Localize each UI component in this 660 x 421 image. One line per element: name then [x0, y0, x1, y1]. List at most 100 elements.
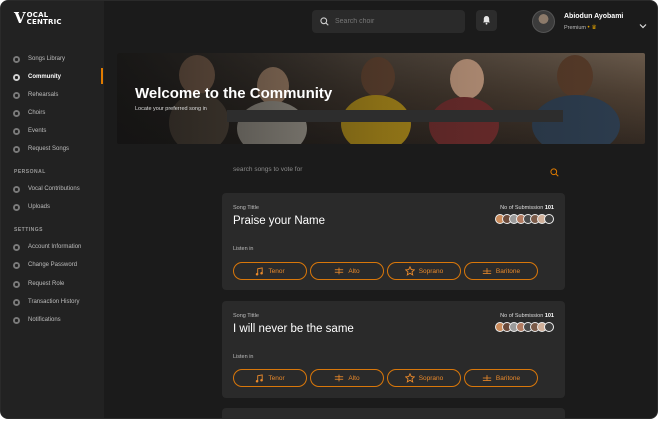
tenor-label: Tenor: [268, 374, 285, 382]
baritone-button[interactable]: Baritone: [464, 369, 538, 387]
sidebar-item-uploads[interactable]: Uploads: [13, 201, 50, 213]
sidebar-item-label: Uploads: [28, 204, 51, 210]
sidebar-item-community[interactable]: Community: [13, 71, 61, 83]
tenor-button[interactable]: Tenor: [233, 369, 307, 387]
sidebar-item-transaction-history[interactable]: Transaction History: [13, 296, 79, 308]
song-card: Song Tittle I will never be the same No …: [222, 301, 565, 398]
logo: V OCAL CENTRIC: [14, 11, 62, 26]
soprano-label: Soprano: [418, 267, 444, 275]
sidebar-item-label: Request Role: [28, 281, 65, 287]
calendar-icon: [13, 127, 20, 135]
microphone-icon: [13, 185, 20, 193]
music-library-icon: [13, 55, 20, 63]
lock-icon: [13, 261, 20, 269]
sidebar-item-request-songs[interactable]: Request Songs: [13, 143, 69, 155]
alto-button[interactable]: Alto: [310, 262, 384, 280]
alto-label: Alto: [348, 267, 360, 275]
sidebar-item-account-information[interactable]: Account Information: [13, 241, 81, 253]
avatar: [544, 214, 554, 224]
soprano-label: Soprano: [418, 374, 444, 382]
submission-number: 101: [544, 313, 554, 319]
sidebar-item-label: Request Songs: [28, 146, 70, 152]
alto-button[interactable]: Alto: [310, 369, 384, 387]
sidebar-item-label: Songs Library: [28, 56, 66, 62]
baritone-label: Baritone: [495, 267, 521, 275]
section-heading-personal: PERSONAL: [14, 169, 46, 175]
star-icon: [404, 266, 415, 276]
soprano-button[interactable]: Soprano: [387, 369, 461, 387]
active-indicator: [101, 68, 103, 84]
sidebar-item-events[interactable]: Events: [13, 125, 46, 137]
voice-part-buttons: Tenor Alto Soprano Baritone: [233, 262, 541, 280]
star-icon: [404, 373, 415, 383]
user-icon: [13, 243, 20, 251]
section-heading-settings: SETTINGS: [14, 227, 44, 233]
logo-line-2: CENTRIC: [26, 17, 62, 26]
user-tier-label: Premium: [564, 25, 587, 31]
sidebar-item-label: Rehearsals: [28, 92, 59, 98]
crown-icon: • ♛: [587, 25, 597, 31]
sidebar-item-label: Choirs: [28, 110, 46, 116]
submission-label: No of Submission: [500, 313, 544, 319]
voice-part-buttons: Tenor Alto Soprano Baritone: [233, 369, 541, 387]
history-icon: [13, 298, 20, 306]
music-note-icon: [255, 373, 264, 383]
song-card: [222, 408, 565, 418]
choir-icon: [13, 109, 20, 117]
song-title: Praise your Name: [233, 215, 326, 227]
user-tier: Premium • ♛: [564, 24, 597, 31]
sidebar-item-choirs[interactable]: Choirs: [13, 107, 45, 119]
listen-in-label: Listen in: [233, 354, 254, 360]
sidebar-item-change-password[interactable]: Change Password: [13, 259, 77, 271]
listen-in-label: Listen in: [233, 246, 254, 252]
sidebar-item-label: Account Information: [28, 244, 82, 250]
hero-subtitle: Locate your preferred song in: [135, 106, 207, 112]
baritone-label: Baritone: [495, 374, 521, 382]
app-window: V OCAL CENTRIC Songs Library Community R…: [0, 0, 658, 419]
sidebar-item-label: Change Password: [28, 262, 78, 268]
avatar: [544, 322, 554, 332]
sidebar-item-label: Community: [28, 74, 61, 80]
vote-search-input[interactable]: [233, 165, 533, 173]
alto-icon: [334, 267, 344, 275]
chevron-down-icon[interactable]: [639, 16, 647, 34]
alto-label: Alto: [348, 374, 360, 382]
choir-search-input[interactable]: [335, 18, 455, 25]
song-title-label: Song Tittle: [233, 205, 259, 211]
sidebar-item-label: Notifications: [28, 317, 61, 323]
hero-title: Welcome to the Community: [135, 85, 333, 102]
submission-count: No of Submission 101: [500, 205, 554, 211]
song-title: I will never be the same: [233, 323, 354, 335]
sidebar-item-label: Transaction History: [28, 299, 80, 305]
tenor-label: Tenor: [268, 267, 285, 275]
sidebar-item-songs-library[interactable]: Songs Library: [13, 53, 65, 65]
rehearsal-icon: [13, 91, 20, 99]
notification-bell-button[interactable]: [476, 10, 497, 31]
baritone-icon: [482, 374, 492, 382]
logo-mark: V: [14, 9, 26, 27]
sidebar-item-rehearsals[interactable]: Rehearsals: [13, 89, 58, 101]
soprano-button[interactable]: Soprano: [387, 262, 461, 280]
sidebar-item-request-role[interactable]: Request Role: [13, 278, 64, 290]
submission-number: 101: [544, 205, 554, 211]
sidebar-item-label: Events: [28, 128, 47, 134]
choir-search-box[interactable]: [312, 10, 465, 33]
song-card: Song Tittle Praise your Name No of Submi…: [222, 193, 565, 290]
song-title-label: Song Tittle: [233, 313, 259, 319]
submitter-avatars: [495, 214, 554, 224]
tenor-button[interactable]: Tenor: [233, 262, 307, 280]
request-icon: [13, 145, 20, 153]
baritone-icon: [482, 267, 492, 275]
vote-search-box[interactable]: [222, 159, 565, 179]
role-icon: [13, 280, 20, 288]
sidebar-item-notifications[interactable]: Notifications: [13, 314, 61, 326]
submitter-avatars: [495, 322, 554, 332]
search-icon[interactable]: [550, 164, 559, 182]
baritone-button[interactable]: Baritone: [464, 262, 538, 280]
sidebar-item-vocal-contributions[interactable]: Vocal Contributions: [13, 183, 80, 195]
avatar[interactable]: [532, 10, 555, 33]
notification-icon: [13, 316, 20, 324]
submission-count: No of Submission 101: [500, 313, 554, 319]
alto-icon: [334, 374, 344, 382]
sidebar: V OCAL CENTRIC Songs Library Community R…: [1, 1, 104, 418]
